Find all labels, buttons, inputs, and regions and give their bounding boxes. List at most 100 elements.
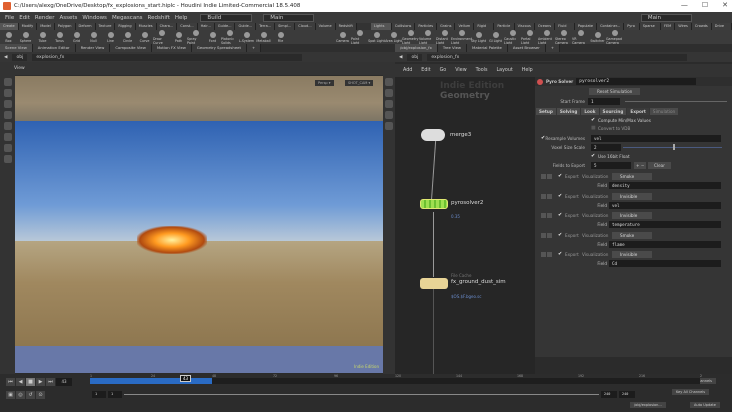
field-remove-button[interactable] bbox=[547, 252, 552, 257]
range-end-field-2[interactable]: 240 bbox=[619, 391, 635, 398]
shelf-tool[interactable]: File bbox=[272, 31, 289, 43]
shelf-tool[interactable]: Stereo Camera bbox=[555, 29, 572, 45]
shelf-tool[interactable]: Sphere bbox=[17, 31, 34, 43]
tab-motion-fx-view[interactable]: Motion FX View bbox=[151, 44, 192, 52]
net-menu-go[interactable]: Go bbox=[440, 68, 447, 73]
shelf-tool[interactable]: VR Camera bbox=[572, 29, 589, 45]
shelf-tab[interactable]: Cloud... bbox=[295, 23, 316, 30]
shelf-tool[interactable]: Curve bbox=[136, 31, 153, 43]
scale-tool-icon[interactable] bbox=[3, 111, 12, 119]
voxel-slider-handle[interactable] bbox=[672, 144, 675, 150]
shelf-tool[interactable]: Null bbox=[85, 31, 102, 43]
play-button[interactable]: ▶ bbox=[36, 378, 45, 386]
add-tab-button[interactable]: + bbox=[246, 44, 262, 52]
shelf-tool[interactable]: Area Light bbox=[385, 31, 402, 43]
shelf-tool[interactable]: Font bbox=[204, 31, 221, 43]
tab-geometry-spreadsheet[interactable]: Geometry Spreadsheet bbox=[191, 44, 247, 52]
tab-network[interactable]: /obj/explosion_fx bbox=[395, 44, 438, 52]
shelf-tab[interactable]: Create bbox=[0, 23, 19, 30]
shelf-tool[interactable]: Box bbox=[0, 31, 17, 43]
shelf-tab[interactable]: Drive Sim... bbox=[711, 23, 732, 35]
tab-scene-view[interactable]: Scene View bbox=[0, 44, 33, 52]
pose-tool-icon[interactable] bbox=[3, 133, 12, 141]
shading-icon[interactable] bbox=[385, 89, 393, 97]
field-add-button[interactable] bbox=[541, 252, 546, 257]
tab-material-palette[interactable]: Material Palette bbox=[467, 44, 508, 52]
resample-field[interactable]: vel bbox=[591, 135, 721, 142]
shelf-tool[interactable]: L-System bbox=[238, 31, 255, 43]
add-tab-button[interactable]: + bbox=[545, 44, 561, 52]
node-name-field[interactable]: pyrosolver2 bbox=[576, 78, 697, 85]
shelf-tool[interactable]: Ambient Light bbox=[538, 29, 555, 45]
reset-simulation-button[interactable]: Reset Simulation bbox=[589, 88, 641, 95]
shelf-tab[interactable]: Model bbox=[37, 23, 55, 30]
tab-simulation[interactable]: Simulation bbox=[649, 108, 679, 115]
tab-solving[interactable]: Solving bbox=[556, 108, 581, 115]
export-checkbox[interactable]: ✔ bbox=[558, 251, 562, 257]
export-checkbox[interactable]: ✔ bbox=[558, 232, 562, 238]
shelf-tool[interactable]: Tube bbox=[34, 31, 51, 43]
clear-button[interactable]: Clear bbox=[648, 162, 671, 169]
start-frame-slider[interactable] bbox=[625, 101, 727, 102]
shelf-tool[interactable]: Line bbox=[102, 31, 119, 43]
shelf-tab[interactable]: Rigging bbox=[115, 23, 136, 30]
field-add-button[interactable] bbox=[541, 213, 546, 218]
range-start-field[interactable]: 1 bbox=[92, 391, 106, 398]
shelf-tool[interactable]: Switcher bbox=[589, 31, 606, 43]
shelf-tool[interactable]: Spot Light bbox=[368, 31, 385, 43]
camera-menu[interactable]: SHOT_CAM ▾ bbox=[345, 80, 374, 86]
field-remove-button[interactable] bbox=[547, 232, 552, 238]
export-checkbox[interactable]: ✔ bbox=[558, 193, 562, 199]
shelf-tool[interactable]: Caustic Light bbox=[504, 29, 521, 45]
field-remove-button[interactable] bbox=[547, 174, 552, 179]
menu-windows[interactable]: Windows bbox=[82, 15, 107, 21]
shelf-tab[interactable]: Modify bbox=[18, 23, 38, 30]
range-start-field-2[interactable]: 1 bbox=[108, 391, 122, 398]
jump-start-button[interactable]: ⏮ bbox=[6, 378, 15, 386]
fields-to-export-field[interactable]: 5 bbox=[591, 162, 631, 169]
shelf-tool[interactable]: Camera bbox=[334, 31, 351, 43]
tab-sourcing[interactable]: Sourcing bbox=[599, 108, 627, 115]
path-obj[interactable]: obj bbox=[407, 53, 423, 61]
view-label[interactable]: View bbox=[14, 66, 25, 71]
path-explosion-fx[interactable]: explosion_fx bbox=[32, 53, 303, 61]
shelf-tab[interactable]: Sparse Pyr... bbox=[639, 23, 661, 35]
field-name-input[interactable]: Cd bbox=[609, 260, 721, 267]
close-button[interactable]: ✕ bbox=[722, 1, 728, 9]
field-name-input[interactable]: flame bbox=[609, 240, 721, 248]
shelf-tab[interactable]: Wires bbox=[675, 23, 692, 30]
audio-icon[interactable]: ⊙ bbox=[36, 391, 45, 399]
sim-toggle-icon[interactable]: ◎ bbox=[16, 391, 25, 399]
menu-file[interactable]: File bbox=[5, 15, 14, 21]
node-pyrosolver2[interactable] bbox=[420, 199, 448, 209]
view-tool-icon[interactable] bbox=[3, 144, 12, 152]
tab-composite-view[interactable]: Composite View bbox=[110, 44, 152, 52]
tab-tree-view[interactable]: Tree View bbox=[437, 44, 468, 52]
lighting-icon[interactable] bbox=[385, 100, 393, 108]
play-reverse-button[interactable]: ◀ bbox=[16, 378, 25, 386]
shelf-tool[interactable]: Volume Light bbox=[419, 29, 436, 45]
add-remove-field-buttons[interactable]: + − bbox=[634, 162, 647, 169]
shelf-tab[interactable]: Terra... bbox=[256, 23, 276, 30]
persp-menu[interactable]: Persp ▾ bbox=[315, 80, 334, 86]
shelf-tool[interactable]: Geometry Light bbox=[402, 29, 419, 45]
path-obj[interactable]: obj bbox=[12, 53, 28, 61]
lock-icon[interactable] bbox=[3, 155, 12, 163]
node-merge3[interactable] bbox=[421, 129, 445, 141]
compute-minmax-checkbox[interactable]: ✔ bbox=[591, 117, 595, 123]
visualization-dropdown[interactable]: Invisible bbox=[612, 192, 652, 200]
menu-assets[interactable]: Assets bbox=[59, 15, 77, 21]
tab-asset-browser[interactable]: Asset Browser bbox=[507, 44, 546, 52]
menu-help[interactable]: Help bbox=[175, 15, 188, 21]
range-slider[interactable] bbox=[124, 394, 599, 395]
minimize-button[interactable]: — bbox=[681, 1, 688, 9]
menu-megascans[interactable]: Megascans bbox=[112, 15, 143, 21]
field-remove-button[interactable] bbox=[547, 213, 552, 218]
shelf-tab[interactable]: Texture bbox=[95, 23, 116, 30]
node-file-cache[interactable] bbox=[420, 278, 448, 289]
loop-icon[interactable]: ↺ bbox=[26, 391, 35, 399]
shelf-tool[interactable]: GI Light bbox=[487, 31, 504, 43]
maximize-button[interactable]: ☐ bbox=[702, 1, 708, 9]
voxel-size-field[interactable]: 2 bbox=[591, 144, 621, 151]
shelf-tool[interactable]: Path bbox=[170, 31, 187, 43]
